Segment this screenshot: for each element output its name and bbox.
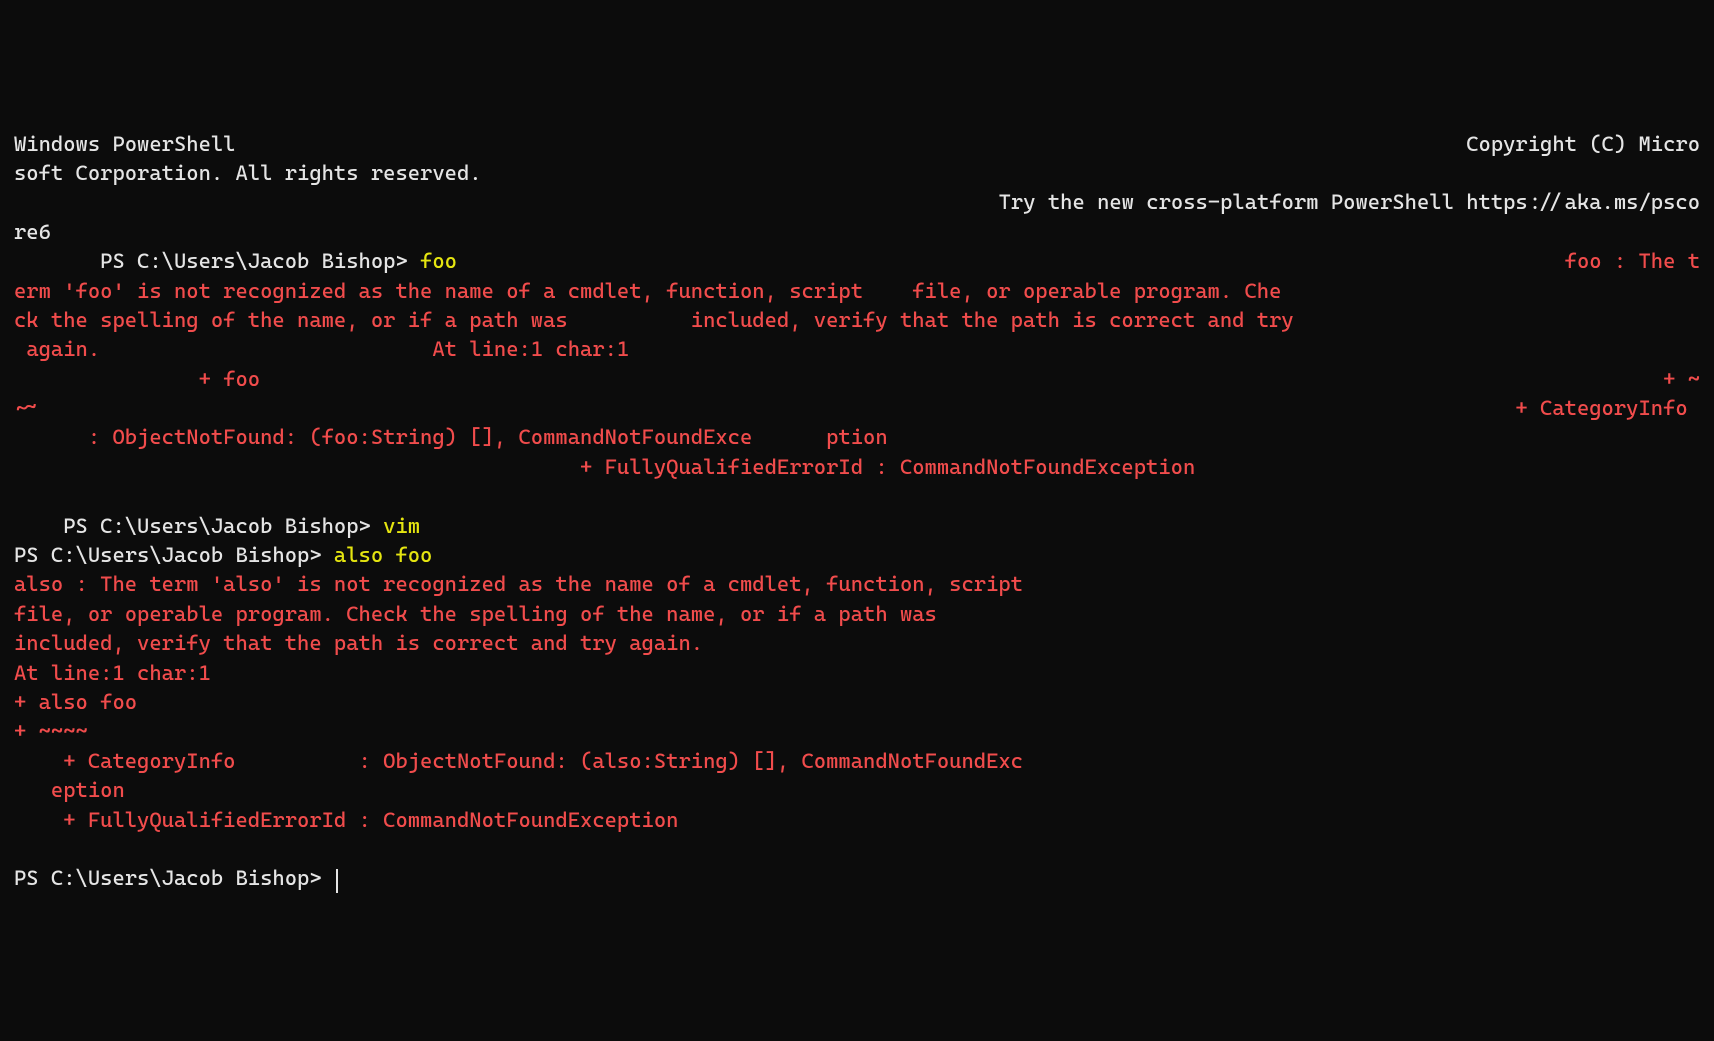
error-2-line3: included, verify that the path is correc… xyxy=(14,631,703,655)
command-3: also foo xyxy=(334,543,432,567)
error-1-line4b: + ~ xyxy=(1663,365,1700,394)
error-1-tail: foo : The t xyxy=(1565,247,1700,276)
error-1-line2: ck the spelling of the name, or if a pat… xyxy=(14,308,1294,332)
error-1-line6: : ObjectNotFound: (foo:String) [], Comma… xyxy=(14,425,888,449)
prompt-4: PS C:\Users\Jacob Bishop> xyxy=(14,866,334,890)
error-2-line6: + ~~~~ xyxy=(14,719,88,743)
terminal-output[interactable]: Windows PowerShell Copyright (C) Micro so… xyxy=(14,130,1700,894)
error-2-line5: + also foo xyxy=(14,690,137,714)
copyright-line2: soft Corporation. All rights reserved. xyxy=(14,161,482,185)
prompt-2-indent xyxy=(14,514,63,538)
command-2: vim xyxy=(383,514,420,538)
error-1-line3b: At line:1 char:1 xyxy=(432,337,629,361)
error-2-line7: + CategoryInfo : ObjectNotFound: (also:S… xyxy=(14,749,1023,773)
copyright-right: Copyright (C) Micro xyxy=(1466,130,1700,159)
command-1: foo xyxy=(420,249,457,273)
error-1-line4a: + foo xyxy=(14,367,260,391)
error-2-line1: also : The term 'also' is not recognized… xyxy=(14,572,1023,596)
prompt-1: PS C:\Users\Jacob Bishop> xyxy=(100,249,420,273)
cursor-icon[interactable] xyxy=(336,869,338,893)
error-2-line8: eption xyxy=(14,778,125,802)
error-1-line1: erm 'foo' is not recognized as the name … xyxy=(14,279,1281,303)
pscore-hint-right: Try the new cross-platform PowerShell ht… xyxy=(999,188,1700,217)
error-2-line9: + FullyQualifiedErrorId : CommandNotFoun… xyxy=(14,808,678,832)
error-1-line5b: + CategoryInfo xyxy=(1515,394,1700,423)
error-2-line4: At line:1 char:1 xyxy=(14,661,211,685)
prompt-2: PS C:\Users\Jacob Bishop> xyxy=(63,514,383,538)
prompt-3: PS C:\Users\Jacob Bishop> xyxy=(14,543,334,567)
header-title: Windows PowerShell xyxy=(14,132,235,156)
pscore-hint-wrap: re6 xyxy=(14,220,51,244)
error-1-line3a: again. xyxy=(14,337,100,361)
error-2-line2: file, or operable program. Check the spe… xyxy=(14,602,937,626)
error-1-line7: + FullyQualifiedErrorId : CommandNotFoun… xyxy=(14,455,1195,479)
prompt-1-indent xyxy=(14,249,100,273)
error-1-line5a: ~~ xyxy=(14,396,39,420)
